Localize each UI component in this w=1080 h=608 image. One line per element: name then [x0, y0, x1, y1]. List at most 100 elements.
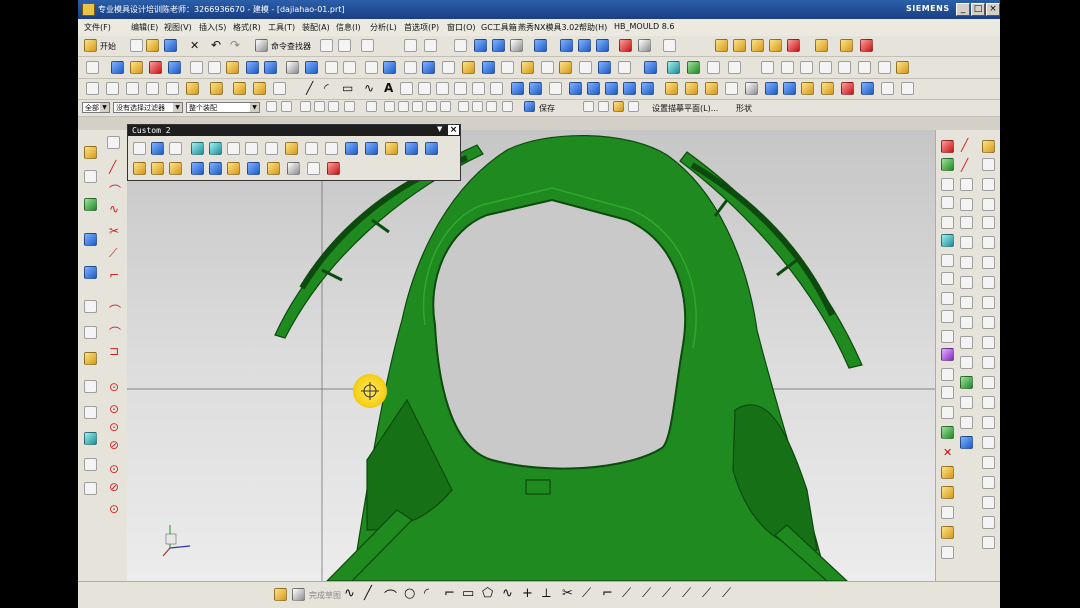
custom-tool-4-icon[interactable] [191, 142, 204, 155]
right-tool-43-icon[interactable] [982, 216, 995, 229]
custom-tool-27-icon[interactable] [327, 162, 340, 175]
select-tool-3-icon[interactable] [126, 82, 139, 95]
right-tool-19-icon[interactable] [941, 486, 954, 499]
right-tool-36-icon[interactable] [960, 396, 973, 409]
measure-icon[interactable] [210, 82, 223, 95]
new-file-icon[interactable] [130, 39, 143, 52]
curve-tool-1-icon[interactable] [761, 61, 774, 74]
trim-body-icon[interactable] [365, 61, 378, 74]
custom-tool-9-icon[interactable] [285, 142, 298, 155]
line-icon[interactable]: ╱ [364, 586, 372, 601]
filter-tool-6-icon[interactable] [344, 101, 355, 112]
text-icon[interactable]: A [384, 81, 393, 95]
right-tool-22-icon[interactable] [941, 546, 954, 559]
right-tool-28-icon[interactable] [960, 236, 973, 249]
delete-icon[interactable]: ✕ [943, 446, 952, 459]
insert-icon[interactable] [707, 61, 720, 74]
right-tool-3-icon[interactable] [941, 178, 954, 191]
right-tool-34-icon[interactable] [960, 356, 973, 369]
select-tool-4-icon[interactable] [146, 82, 159, 95]
minimize-button[interactable]: _ [956, 3, 970, 16]
filter-tool-3-icon[interactable] [300, 101, 311, 112]
snap-intersection-icon[interactable] [412, 101, 423, 112]
view-layout-icon[interactable] [663, 39, 676, 52]
custom-tool-12-icon[interactable] [345, 142, 358, 155]
spline-icon[interactable]: ∿ [364, 81, 374, 95]
set-work-plane-button[interactable]: 设置描摹平面(L)... [652, 103, 718, 114]
type-filter-dropdown[interactable]: 全部 ▼ [82, 102, 110, 113]
custom-tool-6-icon[interactable] [227, 142, 240, 155]
offset-curve-icon[interactable]: ⟂ [542, 586, 551, 601]
cut-icon[interactable]: ✕ [190, 39, 199, 52]
hole-icon[interactable] [149, 61, 162, 74]
offset-region-icon[interactable] [618, 61, 631, 74]
custom-tool-22-icon[interactable] [227, 162, 240, 175]
arc-icon[interactable]: ⌒ [384, 586, 397, 605]
right-tool-54-icon[interactable] [982, 436, 995, 449]
menu-yanxiu-mold[interactable]: 燕秀NX模具3.02 [518, 22, 579, 33]
surface-2-icon[interactable] [587, 82, 600, 95]
mold-tool-7-icon[interactable] [840, 39, 853, 52]
custom-tool-1-icon[interactable] [133, 142, 146, 155]
close-icon[interactable]: × [448, 125, 459, 135]
right-tool-27-icon[interactable] [960, 216, 973, 229]
right-tool-39-icon[interactable] [982, 140, 995, 153]
snap-midpoint-icon[interactable] [384, 101, 395, 112]
mold-tool-2-icon[interactable] [733, 39, 746, 52]
menu-window[interactable]: 窗口(O) [447, 22, 476, 33]
menu-info[interactable]: 信息(I) [336, 22, 361, 33]
right-tool-41-icon[interactable] [982, 178, 995, 191]
assembly-scope-dropdown[interactable]: 整个装配 ▼ [186, 102, 260, 113]
custom-tool-23-icon[interactable] [247, 162, 260, 175]
mold-tool-6-icon[interactable] [815, 39, 828, 52]
curve-tool-7-icon[interactable] [878, 61, 891, 74]
menu-help[interactable]: 帮助(H) [579, 22, 607, 33]
right-tool-57-icon[interactable] [982, 496, 995, 509]
sketch-circle-2-icon[interactable]: ⊙ [109, 402, 119, 416]
sketch-line-icon[interactable]: ╱ [109, 160, 116, 174]
profile-icon[interactable]: ∿ [344, 586, 355, 601]
move-face-icon[interactable] [579, 61, 592, 74]
select-tool-1-icon[interactable] [86, 82, 99, 95]
right-tool-4-icon[interactable] [941, 196, 954, 209]
right-tool-48-icon[interactable] [982, 316, 995, 329]
snap-curve-icon[interactable] [472, 101, 483, 112]
right-tool-25-icon[interactable] [960, 178, 973, 191]
right-tool-52-icon[interactable] [982, 396, 995, 409]
custom-tool-10-icon[interactable] [305, 142, 318, 155]
mold-tool-8-icon[interactable] [860, 39, 873, 52]
sketch-offset-icon[interactable]: ⌒ [109, 302, 121, 319]
edit-icon[interactable] [728, 61, 741, 74]
resource-bar-8-icon[interactable] [84, 352, 97, 365]
chamfer-icon[interactable]: ⌐ [444, 586, 455, 601]
right-tool-26-icon[interactable] [960, 198, 973, 211]
curve-tool-3-icon[interactable] [800, 61, 813, 74]
right-tool-59-icon[interactable] [982, 536, 995, 549]
right-sketch-1-icon[interactable]: ╱ [961, 138, 968, 152]
synchronous-icon[interactable] [644, 61, 657, 74]
custom-tool-15-icon[interactable] [405, 142, 418, 155]
right-tool-13-icon[interactable] [941, 368, 954, 381]
corner-icon[interactable]: ⌐ [602, 586, 613, 601]
right-tool-10-icon[interactable] [941, 310, 954, 323]
show-constraints-icon[interactable]: ⟋ [722, 586, 731, 601]
surface-9-icon[interactable] [725, 82, 738, 95]
resource-bar-11-icon[interactable] [84, 432, 97, 445]
sketch-mirror-icon[interactable]: ⌒ [109, 324, 121, 341]
custom-tool-17-icon[interactable] [133, 162, 146, 175]
surface-1-icon[interactable] [569, 82, 582, 95]
patch-icon[interactable] [521, 61, 534, 74]
menu-edit[interactable]: 编辑(E) [131, 22, 158, 33]
start-button[interactable]: 开始 [100, 41, 116, 52]
surface-8-icon[interactable] [705, 82, 718, 95]
sketch-extend-icon[interactable]: ⟋ [109, 246, 117, 261]
curve-4-icon[interactable] [436, 82, 449, 95]
curve-8-icon[interactable] [511, 82, 524, 95]
edge-blend-icon[interactable] [286, 61, 299, 74]
right-tool-5-icon[interactable] [941, 216, 954, 229]
maximize-button[interactable]: □ [971, 3, 985, 16]
filter-tool-2-icon[interactable] [281, 101, 292, 112]
right-tool-58-icon[interactable] [982, 516, 995, 529]
right-tool-50-icon[interactable] [982, 356, 995, 369]
line-icon[interactable]: ╱ [306, 81, 313, 95]
